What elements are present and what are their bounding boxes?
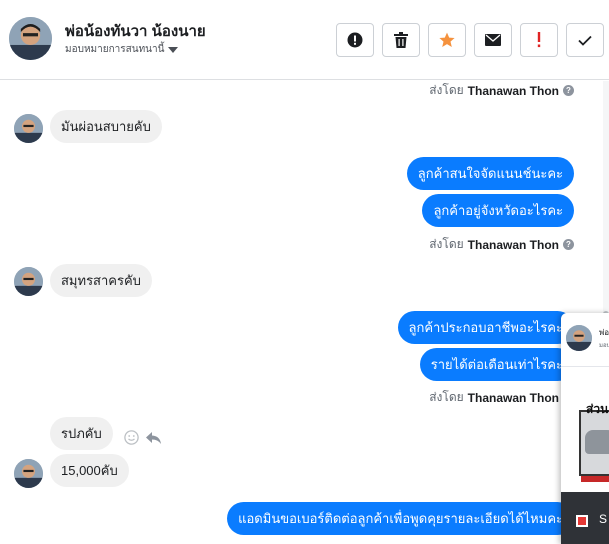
- sender-name: Thanawan Thon: [467, 83, 559, 98]
- mark-unread-button[interactable]: [474, 23, 512, 57]
- incoming-message[interactable]: 15,000คับ: [50, 454, 129, 487]
- conversation-header: พ่อน้องทันวา น้องนาย มอบหมายการสนทนานี้: [0, 0, 609, 80]
- sent-by-line: ส่งโดย Thanawan Thon ?: [429, 388, 574, 407]
- contact-avatar[interactable]: [9, 17, 52, 60]
- spam-button[interactable]: [520, 23, 558, 57]
- popup-subtitle: มอบ: [599, 343, 609, 349]
- popup-title: พ่อ: [599, 328, 609, 337]
- trash-icon: [394, 32, 408, 48]
- incoming-message[interactable]: รปภคับ: [50, 417, 113, 450]
- smiley-icon[interactable]: [124, 430, 139, 445]
- sent-by-prefix: ส่งโดย: [429, 390, 464, 404]
- reply-icon[interactable]: [145, 431, 162, 445]
- outgoing-message[interactable]: ลูกค้าอยู่จังหวัดอะไรคะ: [422, 194, 574, 227]
- report-button[interactable]: [336, 23, 374, 57]
- outgoing-message[interactable]: แอดมินขอเบอร์ติดต่อลูกค้าเพื่อพูดคุยรายล…: [227, 502, 574, 535]
- outgoing-message[interactable]: รายได้ต่อเดือนเท่าไรคะ: [419, 348, 574, 381]
- conversation-actions: [336, 23, 604, 57]
- chat-preview-popup[interactable]: พ่อ มอบ ส่วน S: [561, 313, 609, 544]
- sent-by-prefix: ส่งโดย: [429, 83, 464, 97]
- popup-footer[interactable]: S: [561, 492, 609, 544]
- sender-name: Thanawan Thon: [467, 390, 559, 405]
- assign-label: มอบหมายการสนทนานี้: [65, 44, 165, 55]
- caret-down-icon: [168, 46, 179, 53]
- info-icon[interactable]: ?: [563, 239, 574, 250]
- outgoing-message[interactable]: ลูกค้าสนใจจัดแนนช์นะคะ: [406, 157, 574, 190]
- sent-by-line: ส่งโดย Thanawan Thon ?: [429, 235, 574, 254]
- envelope-icon: [485, 34, 501, 46]
- image-red-banner: [581, 476, 609, 482]
- message-actions: [124, 430, 162, 445]
- assign-conversation-dropdown[interactable]: มอบหมายการสนทนานี้: [65, 42, 179, 57]
- contact-name: พ่อน้องทันวา น้องนาย: [65, 23, 206, 40]
- outgoing-message[interactable]: ลูกค้าประกอบอาชีพอะไรคะ: [397, 311, 574, 344]
- exclamation-icon: [537, 32, 541, 48]
- checkmark-icon: [578, 35, 592, 46]
- footer-text: S: [599, 512, 608, 526]
- incoming-message[interactable]: สมุทรสาครคับ: [50, 264, 152, 297]
- sent-by-line: ส่งโดย Thanawan Thon ?: [429, 81, 574, 100]
- image-caption: ส่วน: [586, 402, 609, 416]
- app-icon: [576, 515, 588, 527]
- info-icon[interactable]: ?: [563, 85, 574, 96]
- star-button[interactable]: [428, 23, 466, 57]
- sent-by-prefix: ส่งโดย: [429, 237, 464, 251]
- car-shape: [585, 430, 609, 454]
- contact-avatar: [14, 459, 43, 488]
- sender-name: Thanawan Thon: [467, 237, 559, 252]
- star-icon: [439, 32, 455, 47]
- done-button[interactable]: [566, 23, 604, 57]
- contact-avatar: [14, 114, 43, 143]
- message-thread: ส่งโดย Thanawan Thon ? มันผ่อนสบายคับ ลู…: [0, 81, 603, 544]
- exclamation-circle-icon: [347, 32, 363, 48]
- delete-button[interactable]: [382, 23, 420, 57]
- divider: [561, 366, 609, 367]
- contact-avatar: [14, 267, 43, 296]
- car-image[interactable]: [579, 410, 609, 476]
- incoming-message[interactable]: มันผ่อนสบายคับ: [50, 110, 162, 143]
- contact-avatar: [566, 325, 592, 351]
